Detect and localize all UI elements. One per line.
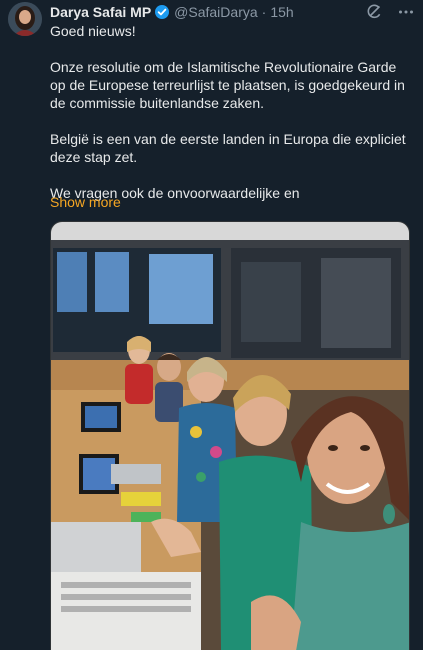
tweet-line-3: België is een van de eerste landen in Eu… [50, 131, 406, 165]
more-horizontal-icon[interactable] [397, 3, 415, 21]
author-name[interactable]: Darya Safai MP [50, 4, 151, 20]
verified-badge-icon [154, 4, 170, 20]
tweet-text: Goed nieuws! Onze resolutie om de Islami… [50, 22, 410, 202]
tweet-line-1: Goed nieuws! [50, 23, 136, 39]
timestamp[interactable]: 15h [270, 4, 293, 20]
author-handle[interactable]: @SafaiDarya [174, 4, 257, 20]
avatar[interactable] [8, 2, 42, 36]
tweet-photo[interactable] [50, 221, 410, 650]
grok-icon[interactable] [365, 3, 383, 21]
tweet-line-2: Onze resolutie om de Islamitische Revolu… [50, 59, 405, 111]
tweet[interactable]: Darya Safai MP @SafaiDarya · 15h Goed ni… [0, 0, 423, 650]
show-more-link[interactable]: Show more [50, 194, 121, 210]
separator-dot: · [261, 4, 267, 20]
tweet-header: Darya Safai MP @SafaiDarya · 15h [50, 3, 415, 21]
